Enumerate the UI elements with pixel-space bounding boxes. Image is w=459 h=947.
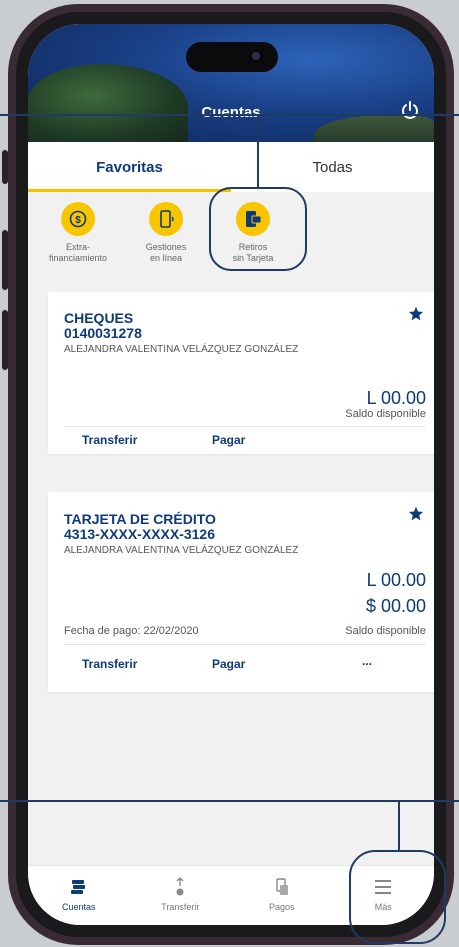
accounts-icon <box>68 876 90 898</box>
card-divider <box>64 644 426 645</box>
annotation-connector <box>398 800 400 852</box>
balance-label: Saldo disponible <box>345 408 426 420</box>
tab-favoritas[interactable]: Favoritas <box>28 142 231 192</box>
nav-transferir[interactable]: Transferir <box>130 866 232 925</box>
phone-bezel: Cuentas Favoritas Todas $ Extra- financi… <box>16 12 446 937</box>
mobile-signal-icon <box>149 202 183 236</box>
pay-link[interactable]: Pagar <box>212 433 245 447</box>
transfer-icon <box>169 876 191 898</box>
annotation-highlight-retiros <box>209 187 307 271</box>
balance-amount-lempiras: L 00.00 <box>366 570 426 590</box>
tab-todas-label: Todas <box>312 158 353 176</box>
star-icon[interactable] <box>408 506 424 522</box>
phone-frame: Cuentas Favoritas Todas $ Extra- financi… <box>8 4 454 945</box>
camera-dot <box>252 52 260 60</box>
balance-label: Saldo disponible <box>345 625 426 637</box>
quick-action-label: Extra-financiamiento <box>48 242 108 263</box>
money-plus-icon: $ <box>61 202 95 236</box>
pay-link[interactable]: Pagar <box>212 657 245 671</box>
account-tabs: Favoritas Todas <box>28 142 434 192</box>
payments-icon <box>271 876 293 898</box>
power-icon[interactable] <box>400 100 420 120</box>
annotation-connector <box>257 114 259 188</box>
nav-label: Cuentas <box>61 902 96 912</box>
annotation-highlight-mas <box>349 850 446 944</box>
balance-amount: L 00.00 <box>366 388 426 408</box>
quick-action-label: Gestiones en línea <box>145 242 187 263</box>
nav-pagos[interactable]: Pagos <box>231 866 333 925</box>
balance-amount-dollars: $ 00.00 <box>365 596 426 616</box>
account-card-cheques[interactable]: CHEQUES 0140031278 ALEJANDRA VALENTINA V… <box>48 292 434 454</box>
account-owner: ALEJANDRA VALENTINA VELÁZQUEZ GONZÁLEZ <box>64 545 299 556</box>
star-icon[interactable] <box>408 306 424 322</box>
annotation-line <box>0 800 459 802</box>
account-type: TARJETA DE CRÉDITO <box>64 511 216 527</box>
nav-cuentas[interactable]: Cuentas <box>28 866 130 925</box>
annotation-line <box>0 114 459 116</box>
app-screen: Cuentas Favoritas Todas $ Extra- financi… <box>28 24 434 925</box>
account-number: 4313-XXXX-XXXX-3126 <box>64 526 215 542</box>
account-card-credit[interactable]: TARJETA DE CRÉDITO 4313-XXXX-XXXX-3126 A… <box>48 492 434 692</box>
payment-date: Fecha de pago: 22/02/2020 <box>64 625 199 637</box>
account-number: 0140031278 <box>64 325 142 341</box>
nav-label: Pagos <box>268 902 295 912</box>
card-divider <box>64 426 426 427</box>
page-title: Cuentas <box>201 104 261 121</box>
tab-todas[interactable]: Todas <box>231 142 434 192</box>
quick-action-gestiones[interactable]: Gestiones en línea <box>131 202 201 264</box>
dynamic-island <box>186 42 278 72</box>
tab-favoritas-label: Favoritas <box>96 158 163 176</box>
quick-action-extrafinanciamiento[interactable]: $ Extra-financiamiento <box>43 202 113 264</box>
account-owner: ALEJANDRA VALENTINA VELÁZQUEZ GONZÁLEZ <box>64 344 299 355</box>
more-options-button[interactable]: ... <box>362 654 372 668</box>
transfer-link[interactable]: Transferir <box>82 657 137 671</box>
svg-text:$: $ <box>75 215 81 226</box>
transfer-link[interactable]: Transferir <box>82 433 137 447</box>
header-banner: Cuentas <box>28 24 434 144</box>
nav-label: Transferir <box>161 902 200 912</box>
account-type: CHEQUES <box>64 310 134 326</box>
